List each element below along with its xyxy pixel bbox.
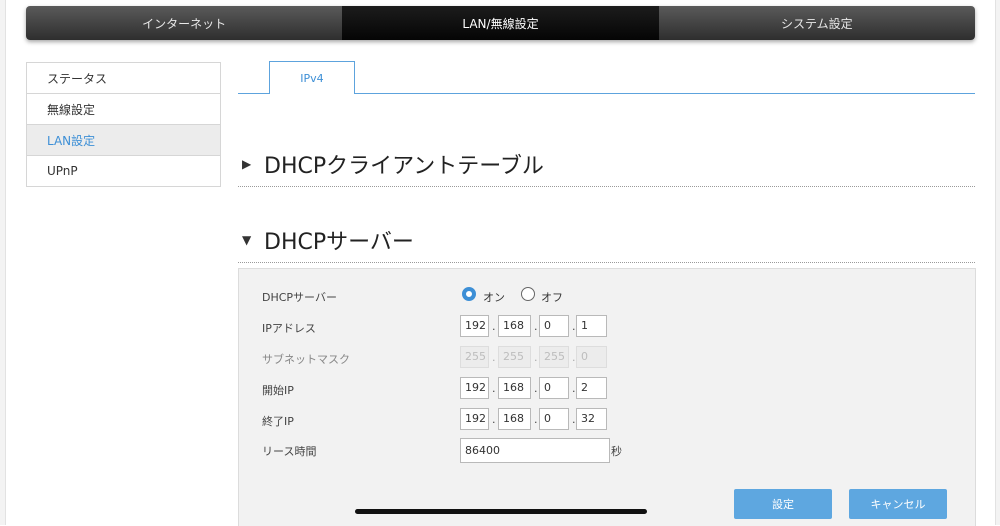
dhcp-off-label[interactable]: オフ bbox=[541, 289, 563, 305]
start-ip-octet-3[interactable]: 0 bbox=[539, 377, 569, 399]
end-ip-octet-2[interactable]: 168 bbox=[498, 408, 531, 430]
start-ip-label: 開始IP bbox=[262, 384, 294, 397]
section-dhcp-client-table[interactable]: ▶ DHCPクライアントテーブル bbox=[242, 148, 544, 180]
octet-separator: . bbox=[534, 382, 538, 395]
apply-button[interactable]: 設定 bbox=[734, 489, 832, 519]
section-dhcp-server[interactable]: ▼ DHCPサーバー bbox=[242, 224, 414, 256]
start-ip-octet-2[interactable]: 168 bbox=[498, 377, 531, 399]
start-ip-octet-4[interactable]: 2 bbox=[576, 377, 607, 399]
dhcp-on-label[interactable]: オン bbox=[483, 289, 505, 305]
divider bbox=[238, 186, 975, 187]
ip-address-octet-3[interactable]: 0 bbox=[539, 315, 569, 337]
end-ip-octet-4[interactable]: 32 bbox=[576, 408, 607, 430]
triangle-right-icon: ▶ bbox=[242, 157, 252, 171]
home-indicator bbox=[355, 509, 647, 514]
ip-address-label: IPアドレス bbox=[262, 322, 316, 335]
nav-tab-internet[interactable]: インターネット bbox=[26, 6, 342, 40]
dhcp-on-radio[interactable] bbox=[462, 287, 476, 301]
end-ip-octet-3[interactable]: 0 bbox=[539, 408, 569, 430]
octet-separator: . bbox=[572, 351, 576, 364]
octet-separator: . bbox=[534, 320, 538, 333]
octet-separator: . bbox=[572, 413, 576, 426]
divider bbox=[238, 262, 975, 263]
tab-ipv4[interactable]: IPv4 bbox=[269, 61, 355, 94]
cancel-button[interactable]: キャンセル bbox=[849, 489, 947, 519]
ip-address-octet-1[interactable]: 192 bbox=[460, 315, 489, 337]
section-title-client-table: DHCPクライアントテーブル bbox=[264, 154, 544, 179]
triangle-down-icon: ▼ bbox=[242, 233, 252, 247]
dhcp-server-label: DHCPサーバー bbox=[262, 291, 337, 304]
octet-separator: . bbox=[492, 413, 496, 426]
top-nav: インターネット LAN/無線設定 システム設定 bbox=[26, 6, 975, 40]
section-title-server: DHCPサーバー bbox=[264, 230, 414, 255]
nav-tab-lan-wireless[interactable]: LAN/無線設定 bbox=[342, 6, 659, 40]
subnet-mask-octet-1: 255 bbox=[460, 346, 489, 368]
end-ip-octet-1[interactable]: 192 bbox=[460, 408, 489, 430]
octet-separator: . bbox=[534, 351, 538, 364]
octet-separator: . bbox=[534, 413, 538, 426]
ip-address-octet-4[interactable]: 1 bbox=[576, 315, 607, 337]
sidebar-item-status[interactable]: ステータス bbox=[27, 63, 220, 94]
dhcp-server-form bbox=[238, 268, 976, 526]
window-right-border bbox=[995, 0, 1000, 525]
lease-time-label: リース時間 bbox=[262, 445, 317, 458]
subnet-mask-octet-2: 255 bbox=[498, 346, 531, 368]
subnet-mask-octet-4: 0 bbox=[576, 346, 607, 368]
start-ip-octet-1[interactable]: 192 bbox=[460, 377, 489, 399]
subnet-mask-octet-3: 255 bbox=[539, 346, 569, 368]
window-left-border bbox=[0, 0, 6, 525]
nav-tab-system[interactable]: システム設定 bbox=[659, 6, 975, 40]
octet-separator: . bbox=[492, 351, 496, 364]
octet-separator: . bbox=[492, 320, 496, 333]
octet-separator: . bbox=[572, 382, 576, 395]
sidebar-item-upnp[interactable]: UPnP bbox=[27, 156, 220, 187]
octet-separator: . bbox=[492, 382, 496, 395]
dhcp-off-radio[interactable] bbox=[521, 287, 535, 301]
sidebar-item-wireless[interactable]: 無線設定 bbox=[27, 94, 220, 125]
octet-separator: . bbox=[572, 320, 576, 333]
lease-time-unit: 秒 bbox=[611, 445, 622, 458]
lease-time-input[interactable]: 86400 bbox=[460, 438, 610, 463]
subnet-mask-label: サブネットマスク bbox=[262, 353, 350, 366]
ip-address-octet-2[interactable]: 168 bbox=[498, 315, 531, 337]
sidebar-menu: ステータス 無線設定 LAN設定 UPnP bbox=[26, 62, 221, 187]
end-ip-label: 終了IP bbox=[262, 415, 294, 428]
sidebar-item-lan[interactable]: LAN設定 bbox=[27, 125, 220, 156]
